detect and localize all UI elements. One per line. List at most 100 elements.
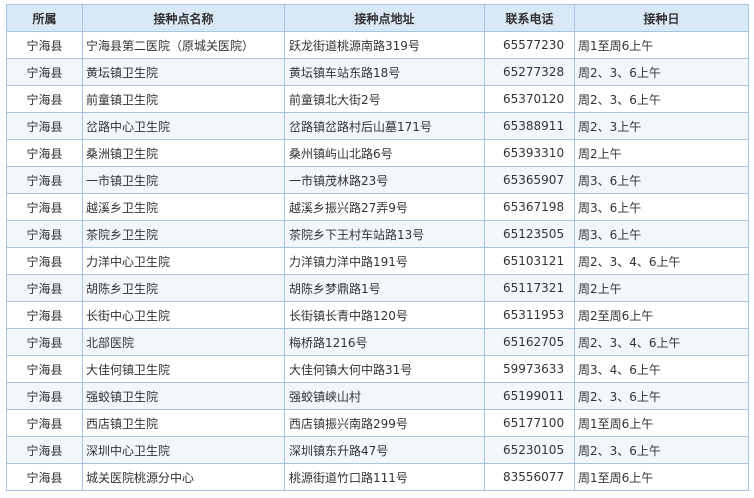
district-cell: 宁海县 xyxy=(6,220,83,248)
site-address-cell: 一市镇茂林路23号 xyxy=(284,166,485,194)
site-name-cell: 北部医院 xyxy=(82,328,285,356)
header-district: 所属 xyxy=(6,4,83,32)
site-name-cell: 宁海县第二医院（原城关医院） xyxy=(82,31,285,59)
site-address-cell: 强蛟镇峡山村 xyxy=(284,382,485,410)
table-row: 宁海县 西店镇卫生院 西店镇振兴南路299号 65177100 周1至周6上午 xyxy=(6,409,749,437)
vaccination-day-cell: 周3、6上午 xyxy=(574,220,749,248)
vaccination-day-cell: 周2至周6上午 xyxy=(574,301,749,329)
vaccination-day-cell: 周3、4、6上午 xyxy=(574,355,749,383)
phone-cell: 65393310 xyxy=(484,139,575,167)
district-cell: 宁海县 xyxy=(6,247,83,275)
district-cell: 宁海县 xyxy=(6,409,83,437)
site-address-cell: 跃龙街道桃源南路319号 xyxy=(284,31,485,59)
vaccination-sites-table-wrapper: 所属 接种点名称 接种点地址 联系电话 接种日 宁海县 宁海县第二医院（原城关医院… xyxy=(6,4,749,491)
vaccination-day-cell: 周2上午 xyxy=(574,139,749,167)
site-address-cell: 桃源街道竹口路111号 xyxy=(284,463,485,491)
phone-cell: 65365907 xyxy=(484,166,575,194)
site-name-cell: 桑洲镇卫生院 xyxy=(82,139,285,167)
site-name-cell: 茶院乡卫生院 xyxy=(82,220,285,248)
phone-cell: 65177100 xyxy=(484,409,575,437)
site-name-cell: 胡陈乡卫生院 xyxy=(82,274,285,302)
header-phone: 联系电话 xyxy=(484,4,575,32)
site-address-cell: 大佳何镇大何中路31号 xyxy=(284,355,485,383)
site-name-cell: 力洋中心卫生院 xyxy=(82,247,285,275)
table-row: 宁海县 黄坛镇卫生院 黄坛镇车站东路18号 65277328 周2、3、6上午 xyxy=(6,58,749,86)
header-site-name: 接种点名称 xyxy=(82,4,285,32)
vaccination-day-cell: 周2、3、6上午 xyxy=(574,382,749,410)
site-name-cell: 岔路中心卫生院 xyxy=(82,112,285,140)
site-name-cell: 城关医院桃源分中心 xyxy=(82,463,285,491)
district-cell: 宁海县 xyxy=(6,31,83,59)
table-row: 宁海县 茶院乡卫生院 茶院乡下王村车站路13号 65123505 周3、6上午 xyxy=(6,220,749,248)
vaccination-day-cell: 周2、3、6上午 xyxy=(574,58,749,86)
district-cell: 宁海县 xyxy=(6,139,83,167)
table-row: 宁海县 胡陈乡卫生院 胡陈乡梦鼎路1号 65117321 周2上午 xyxy=(6,274,749,302)
vaccination-day-cell: 周2、3、6上午 xyxy=(574,436,749,464)
site-address-cell: 前童镇北大街2号 xyxy=(284,85,485,113)
district-cell: 宁海县 xyxy=(6,85,83,113)
phone-cell: 65199011 xyxy=(484,382,575,410)
district-cell: 宁海县 xyxy=(6,436,83,464)
table-row: 宁海县 力洋中心卫生院 力洋镇力洋中路191号 65103121 周2、3、4、6上午 xyxy=(6,247,749,275)
site-name-cell: 西店镇卫生院 xyxy=(82,409,285,437)
district-cell: 宁海县 xyxy=(6,58,83,86)
site-name-cell: 越溪乡卫生院 xyxy=(82,193,285,221)
site-name-cell: 一市镇卫生院 xyxy=(82,166,285,194)
phone-cell: 65277328 xyxy=(484,58,575,86)
site-address-cell: 西店镇振兴南路299号 xyxy=(284,409,485,437)
site-name-cell: 前童镇卫生院 xyxy=(82,85,285,113)
table-row: 宁海县 桑洲镇卫生院 桑州镇屿山北路6号 65393310 周2上午 xyxy=(6,139,749,167)
table-row: 宁海县 城关医院桃源分中心 桃源街道竹口路111号 83556077 周1至周6上午 xyxy=(6,463,749,491)
site-address-cell: 桑州镇屿山北路6号 xyxy=(284,139,485,167)
table-row: 宁海县 北部医院 梅桥路1216号 65162705 周2、3、4、6上午 xyxy=(6,328,749,356)
site-address-cell: 越溪乡振兴路27弄9号 xyxy=(284,193,485,221)
table-row: 宁海县 一市镇卫生院 一市镇茂林路23号 65365907 周3、6上午 xyxy=(6,166,749,194)
phone-cell: 65311953 xyxy=(484,301,575,329)
district-cell: 宁海县 xyxy=(6,382,83,410)
vaccination-day-cell: 周1至周6上午 xyxy=(574,409,749,437)
site-address-cell: 黄坛镇车站东路18号 xyxy=(284,58,485,86)
phone-cell: 59973633 xyxy=(484,355,575,383)
site-address-cell: 茶院乡下王村车站路13号 xyxy=(284,220,485,248)
district-cell: 宁海县 xyxy=(6,193,83,221)
table-body: 宁海县 宁海县第二医院（原城关医院） 跃龙街道桃源南路319号 65577230 周1至… xyxy=(6,31,749,491)
site-address-cell: 岔路镇岔路村后山墓171号 xyxy=(284,112,485,140)
phone-cell: 65370120 xyxy=(484,85,575,113)
phone-cell: 65388911 xyxy=(484,112,575,140)
table-row: 宁海县 宁海县第二医院（原城关医院） 跃龙街道桃源南路319号 65577230 周1至… xyxy=(6,31,749,59)
site-address-cell: 力洋镇力洋中路191号 xyxy=(284,247,485,275)
site-name-cell: 深圳中心卫生院 xyxy=(82,436,285,464)
vaccination-day-cell: 周1至周6上午 xyxy=(574,31,749,59)
district-cell: 宁海县 xyxy=(6,328,83,356)
district-cell: 宁海县 xyxy=(6,166,83,194)
vaccination-day-cell: 周3、6上午 xyxy=(574,193,749,221)
phone-cell: 65103121 xyxy=(484,247,575,275)
site-address-cell: 胡陈乡梦鼎路1号 xyxy=(284,274,485,302)
header-vaccination-day: 接种日 xyxy=(574,4,749,32)
site-address-cell: 梅桥路1216号 xyxy=(284,328,485,356)
table-row: 宁海县 越溪乡卫生院 越溪乡振兴路27弄9号 65367198 周3、6上午 xyxy=(6,193,749,221)
vaccination-day-cell: 周1至周6上午 xyxy=(574,463,749,491)
table-row: 宁海县 前童镇卫生院 前童镇北大街2号 65370120 周2、3、6上午 xyxy=(6,85,749,113)
phone-cell: 65367198 xyxy=(484,193,575,221)
table-row: 宁海县 岔路中心卫生院 岔路镇岔路村后山墓171号 65388911 周2、3上午 xyxy=(6,112,749,140)
phone-cell: 65577230 xyxy=(484,31,575,59)
vaccination-day-cell: 周2上午 xyxy=(574,274,749,302)
district-cell: 宁海县 xyxy=(6,355,83,383)
table-row: 宁海县 深圳中心卫生院 深圳镇东升路47号 65230105 周2、3、6上午 xyxy=(6,436,749,464)
vaccination-day-cell: 周3、6上午 xyxy=(574,166,749,194)
table-row: 宁海县 大佳何镇卫生院 大佳何镇大何中路31号 59973633 周3、4、6上午 xyxy=(6,355,749,383)
district-cell: 宁海县 xyxy=(6,112,83,140)
district-cell: 宁海县 xyxy=(6,301,83,329)
site-name-cell: 黄坛镇卫生院 xyxy=(82,58,285,86)
site-name-cell: 大佳何镇卫生院 xyxy=(82,355,285,383)
table-header-row: 所属 接种点名称 接种点地址 联系电话 接种日 xyxy=(6,4,749,32)
header-site-address: 接种点地址 xyxy=(284,4,485,32)
table-row: 宁海县 长街中心卫生院 长街镇长青中路120号 65311953 周2至周6上午 xyxy=(6,301,749,329)
phone-cell: 83556077 xyxy=(484,463,575,491)
vaccination-day-cell: 周2、3上午 xyxy=(574,112,749,140)
district-cell: 宁海县 xyxy=(6,463,83,491)
vaccination-day-cell: 周2、3、6上午 xyxy=(574,85,749,113)
phone-cell: 65230105 xyxy=(484,436,575,464)
vaccination-day-cell: 周2、3、4、6上午 xyxy=(574,328,749,356)
